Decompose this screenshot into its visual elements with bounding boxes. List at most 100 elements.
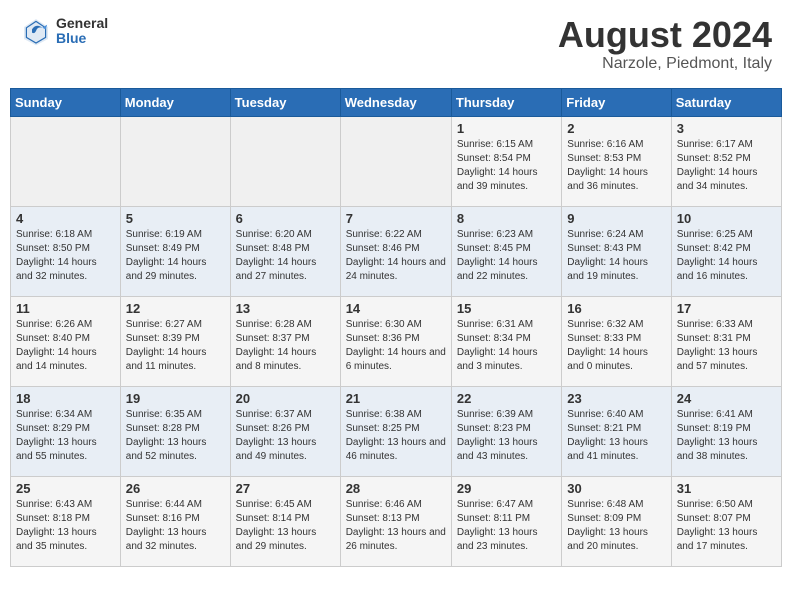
day-info: Sunrise: 6:20 AM Sunset: 8:48 PM Dayligh… bbox=[236, 228, 335, 284]
day-number: 2 bbox=[567, 121, 665, 136]
week-row-3: 11 Sunrise: 6:26 AM Sunset: 8:40 PM Dayli… bbox=[11, 296, 782, 386]
day-cell: 12Sunrise: 6:27 AM Sunset: 8:39 PM Dayli… bbox=[120, 296, 230, 386]
day-info: Sunrise: 6:28 AM Sunset: 8:37 PM Dayligh… bbox=[236, 318, 335, 374]
day-cell: 22 Sunrise: 6:39 AM Sunset: 8:23 PM Dayli… bbox=[451, 386, 561, 476]
day-info: Sunrise: 6:18 AM Sunset: 8:50 PM Dayligh… bbox=[16, 228, 115, 284]
column-header-monday: Monday bbox=[120, 88, 230, 116]
day-cell: 30 Sunrise: 6:48 AM Sunset: 8:09 PM Dayli… bbox=[562, 476, 671, 566]
day-cell: 14 Sunrise: 6:30 AM Sunset: 8:36 PM Dayli… bbox=[340, 296, 451, 386]
column-header-wednesday: Wednesday bbox=[340, 88, 451, 116]
location: Narzole, Piedmont, Italy bbox=[558, 55, 772, 73]
day-number: 9 bbox=[567, 211, 665, 226]
day-cell: 15Sunrise: 6:31 AM Sunset: 8:34 PM Dayli… bbox=[451, 296, 561, 386]
week-row-2: 4 Sunrise: 6:18 AM Sunset: 8:50 PM Daylig… bbox=[11, 206, 782, 296]
day-info: Sunrise: 6:15 AM Sunset: 8:54 PM Dayligh… bbox=[457, 138, 556, 194]
day-number: 21 bbox=[346, 391, 446, 406]
column-header-thursday: Thursday bbox=[451, 88, 561, 116]
day-number: 25 bbox=[16, 481, 115, 496]
day-number: 11 bbox=[16, 301, 115, 316]
header-row: SundayMondayTuesdayWednesdayThursdayFrid… bbox=[11, 88, 782, 116]
logo-text: General Blue bbox=[56, 16, 108, 47]
day-number: 24 bbox=[677, 391, 776, 406]
day-number: 15 bbox=[457, 301, 556, 316]
week-row-1: 1 Sunrise: 6:15 AM Sunset: 8:54 PM Daylig… bbox=[11, 116, 782, 206]
day-cell: 20Sunrise: 6:37 AM Sunset: 8:26 PM Dayli… bbox=[230, 386, 340, 476]
day-cell: 13Sunrise: 6:28 AM Sunset: 8:37 PM Dayli… bbox=[230, 296, 340, 386]
day-cell bbox=[11, 116, 121, 206]
day-cell: 29 Sunrise: 6:47 AM Sunset: 8:11 PM Dayli… bbox=[451, 476, 561, 566]
day-cell: 26 Sunrise: 6:44 AM Sunset: 8:16 PM Dayli… bbox=[120, 476, 230, 566]
day-cell: 21Sunrise: 6:38 AM Sunset: 8:25 PM Dayli… bbox=[340, 386, 451, 476]
day-info: Sunrise: 6:48 AM Sunset: 8:09 PM Dayligh… bbox=[567, 498, 665, 554]
day-number: 14 bbox=[346, 301, 446, 316]
day-info: Sunrise: 6:35 AM Sunset: 8:28 PM Dayligh… bbox=[126, 408, 225, 464]
day-info: Sunrise: 6:19 AM Sunset: 8:49 PM Dayligh… bbox=[126, 228, 225, 284]
day-number: 19 bbox=[126, 391, 225, 406]
column-header-tuesday: Tuesday bbox=[230, 88, 340, 116]
day-info: Sunrise: 6:41 AM Sunset: 8:19 PM Dayligh… bbox=[677, 408, 776, 464]
day-number: 1 bbox=[457, 121, 556, 136]
day-cell: 28 Sunrise: 6:46 AM Sunset: 8:13 PM Dayli… bbox=[340, 476, 451, 566]
day-cell: 10Sunrise: 6:25 AM Sunset: 8:42 PM Dayli… bbox=[671, 206, 781, 296]
day-cell: 24 Sunrise: 6:41 AM Sunset: 8:19 PM Dayli… bbox=[671, 386, 781, 476]
day-number: 28 bbox=[346, 481, 446, 496]
day-info: Sunrise: 6:23 AM Sunset: 8:45 PM Dayligh… bbox=[457, 228, 556, 284]
day-info: Sunrise: 6:26 AM Sunset: 8:40 PM Dayligh… bbox=[16, 318, 115, 374]
day-info: Sunrise: 6:45 AM Sunset: 8:14 PM Dayligh… bbox=[236, 498, 335, 554]
day-info: Sunrise: 6:33 AM Sunset: 8:31 PM Dayligh… bbox=[677, 318, 776, 374]
calendar-header: SundayMondayTuesdayWednesdayThursdayFrid… bbox=[11, 88, 782, 116]
day-number: 27 bbox=[236, 481, 335, 496]
logo-icon bbox=[20, 15, 52, 47]
day-number: 26 bbox=[126, 481, 225, 496]
day-info: Sunrise: 6:39 AM Sunset: 8:23 PM Dayligh… bbox=[457, 408, 556, 464]
day-number: 3 bbox=[677, 121, 776, 136]
day-cell: 16Sunrise: 6:32 AM Sunset: 8:33 PM Dayli… bbox=[562, 296, 671, 386]
day-cell bbox=[120, 116, 230, 206]
day-info: Sunrise: 6:27 AM Sunset: 8:39 PM Dayligh… bbox=[126, 318, 225, 374]
week-row-4: 18Sunrise: 6:34 AM Sunset: 8:29 PM Dayli… bbox=[11, 386, 782, 476]
day-info: Sunrise: 6:25 AM Sunset: 8:42 PM Dayligh… bbox=[677, 228, 776, 284]
day-cell: 23Sunrise: 6:40 AM Sunset: 8:21 PM Dayli… bbox=[562, 386, 671, 476]
day-info: Sunrise: 6:30 AM Sunset: 8:36 PM Dayligh… bbox=[346, 318, 446, 374]
day-info: Sunrise: 6:40 AM Sunset: 8:21 PM Dayligh… bbox=[567, 408, 665, 464]
day-cell: 18Sunrise: 6:34 AM Sunset: 8:29 PM Dayli… bbox=[11, 386, 121, 476]
logo-blue: Blue bbox=[56, 31, 108, 46]
column-header-saturday: Saturday bbox=[671, 88, 781, 116]
day-number: 4 bbox=[16, 211, 115, 226]
calendar-table: SundayMondayTuesdayWednesdayThursdayFrid… bbox=[10, 88, 782, 567]
day-info: Sunrise: 6:17 AM Sunset: 8:52 PM Dayligh… bbox=[677, 138, 776, 194]
day-number: 18 bbox=[16, 391, 115, 406]
day-cell bbox=[340, 116, 451, 206]
day-cell: 2 Sunrise: 6:16 AM Sunset: 8:53 PM Daylig… bbox=[562, 116, 671, 206]
day-cell: 31Sunrise: 6:50 AM Sunset: 8:07 PM Dayli… bbox=[671, 476, 781, 566]
day-cell bbox=[230, 116, 340, 206]
day-cell: 8Sunrise: 6:23 AM Sunset: 8:45 PM Daylig… bbox=[451, 206, 561, 296]
day-number: 5 bbox=[126, 211, 225, 226]
month-year: August 2024 bbox=[558, 15, 772, 55]
day-info: Sunrise: 6:47 AM Sunset: 8:11 PM Dayligh… bbox=[457, 498, 556, 554]
day-cell: 3 Sunrise: 6:17 AM Sunset: 8:52 PM Daylig… bbox=[671, 116, 781, 206]
day-number: 22 bbox=[457, 391, 556, 406]
day-info: Sunrise: 6:46 AM Sunset: 8:13 PM Dayligh… bbox=[346, 498, 446, 554]
column-header-friday: Friday bbox=[562, 88, 671, 116]
day-cell: 7Sunrise: 6:22 AM Sunset: 8:46 PM Daylig… bbox=[340, 206, 451, 296]
day-cell: 11 Sunrise: 6:26 AM Sunset: 8:40 PM Dayli… bbox=[11, 296, 121, 386]
day-info: Sunrise: 6:22 AM Sunset: 8:46 PM Dayligh… bbox=[346, 228, 446, 284]
week-row-5: 25Sunrise: 6:43 AM Sunset: 8:18 PM Dayli… bbox=[11, 476, 782, 566]
title-block: August 2024 Narzole, Piedmont, Italy bbox=[558, 15, 772, 73]
day-cell: 4 Sunrise: 6:18 AM Sunset: 8:50 PM Daylig… bbox=[11, 206, 121, 296]
day-cell: 6Sunrise: 6:20 AM Sunset: 8:48 PM Daylig… bbox=[230, 206, 340, 296]
logo-general: General bbox=[56, 16, 108, 31]
day-info: Sunrise: 6:44 AM Sunset: 8:16 PM Dayligh… bbox=[126, 498, 225, 554]
day-cell: 1 Sunrise: 6:15 AM Sunset: 8:54 PM Daylig… bbox=[451, 116, 561, 206]
day-info: Sunrise: 6:24 AM Sunset: 8:43 PM Dayligh… bbox=[567, 228, 665, 284]
day-info: Sunrise: 6:16 AM Sunset: 8:53 PM Dayligh… bbox=[567, 138, 665, 194]
day-number: 20 bbox=[236, 391, 335, 406]
calendar-body: 1 Sunrise: 6:15 AM Sunset: 8:54 PM Daylig… bbox=[11, 116, 782, 566]
day-number: 29 bbox=[457, 481, 556, 496]
day-number: 30 bbox=[567, 481, 665, 496]
day-cell: 17 Sunrise: 6:33 AM Sunset: 8:31 PM Dayli… bbox=[671, 296, 781, 386]
day-info: Sunrise: 6:50 AM Sunset: 8:07 PM Dayligh… bbox=[677, 498, 776, 554]
day-number: 17 bbox=[677, 301, 776, 316]
day-cell: 25Sunrise: 6:43 AM Sunset: 8:18 PM Dayli… bbox=[11, 476, 121, 566]
